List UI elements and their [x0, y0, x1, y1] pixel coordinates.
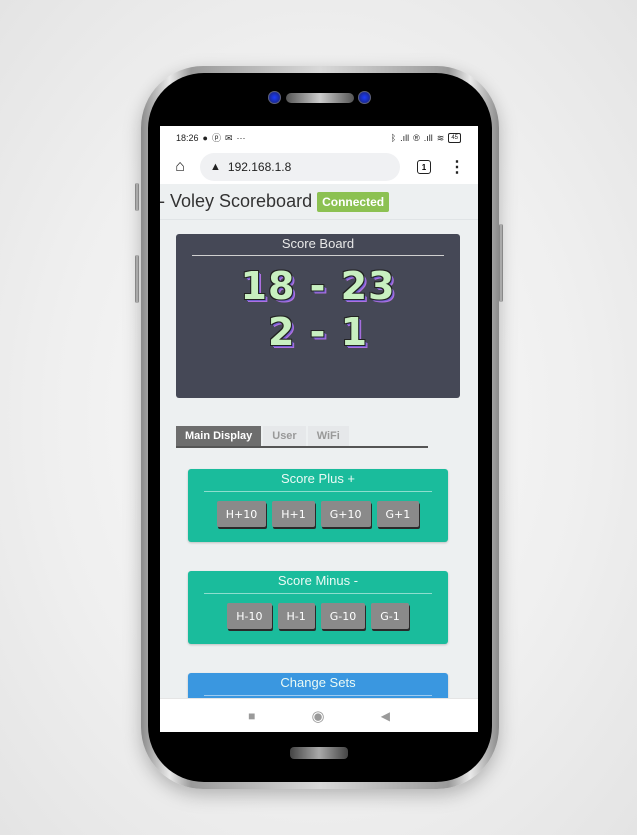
earpiece-speaker — [286, 93, 354, 103]
volume-up-button — [135, 183, 139, 211]
tab-main-display[interactable]: Main Display — [176, 426, 262, 446]
mail-icon: ✉ — [224, 132, 233, 143]
guest-plus-10-button[interactable]: G+10 — [320, 501, 371, 527]
divider — [204, 695, 432, 696]
bluetooth-icon: ᛒ — [390, 132, 397, 143]
score-minus-panel: Score Minus - H-10 H-1 G-10 G-1 — [188, 571, 448, 644]
signal-icon: .ıll — [423, 132, 433, 143]
warning-icon[interactable]: ▲ — [210, 161, 221, 173]
guest-plus-1-button[interactable]: G+1 — [376, 501, 420, 527]
r-icon: ® — [413, 132, 420, 143]
divider — [204, 491, 432, 492]
tab-switcher-button[interactable]: 1 — [417, 160, 431, 174]
guest-minus-10-button[interactable]: G-10 — [320, 603, 366, 629]
panel-title: Score Minus - — [277, 573, 359, 588]
home-plus-1-button[interactable]: H+1 — [272, 501, 315, 527]
more-dots-icon: ··· — [236, 132, 246, 143]
recent-apps-icon[interactable]: ■ — [248, 709, 255, 723]
bottom-speaker — [290, 747, 348, 759]
tab-wifi[interactable]: WiFi — [307, 426, 349, 446]
page-title: - Voley Scoreboard — [160, 191, 313, 211]
scoreboard-panel: Score Board 18 - 23 2 - 1 — [176, 234, 460, 398]
back-icon[interactable]: ◀ — [381, 709, 390, 723]
guest-minus-1-button[interactable]: G-1 — [371, 603, 409, 629]
home-plus-10-button[interactable]: H+10 — [216, 501, 267, 527]
front-camera-icon — [268, 91, 281, 104]
wifi-icon: ≋ — [436, 132, 445, 143]
clock: 18:26 — [176, 133, 199, 143]
connection-status-badge: Connected — [317, 191, 390, 212]
page-header: - Voley Scoreboard Connected — [160, 184, 478, 220]
s-app-icon: ● — [202, 132, 208, 143]
divider — [192, 255, 444, 256]
volume-down-button — [135, 255, 139, 303]
panel-title: Change Sets — [280, 675, 356, 690]
status-bar: 18:26 ● ⓟ ✉ ··· ᛒ .ıll ® .ıll ≋ 45 — [160, 126, 478, 150]
sets-score: 2 - 1 — [267, 310, 369, 354]
home-icon[interactable]: ⌂ — [168, 158, 192, 176]
android-nav-bar: ■ ◉ ◀ — [160, 698, 478, 732]
tab-user[interactable]: User — [263, 426, 306, 446]
browser-menu-icon[interactable]: ⋮ — [449, 157, 465, 177]
divider — [204, 593, 432, 594]
p-app-icon: ⓟ — [211, 132, 221, 143]
home-minus-10-button[interactable]: H-10 — [227, 603, 272, 629]
home-minus-1-button[interactable]: H-1 — [277, 603, 315, 629]
sensor-icon — [358, 91, 371, 104]
phone-screen: 18:26 ● ⓟ ✉ ··· ᛒ .ıll ® .ıll ≋ 45 ⌂ ▲ 1… — [160, 126, 478, 732]
url-text: 192.168.1.8 — [227, 160, 292, 174]
signal-icon: .ıll — [400, 132, 410, 143]
scoreboard-title: Score Board — [281, 236, 355, 251]
panel-title: Score Plus + — [280, 471, 356, 486]
power-button — [499, 224, 503, 302]
score-plus-panel: Score Plus + H+10 H+1 G+10 G+1 — [188, 469, 448, 542]
browser-toolbar: ⌂ ▲ 192.168.1.8 1 ⋮ — [160, 150, 478, 184]
address-bar[interactable]: ▲ 192.168.1.8 — [200, 153, 400, 181]
battery-icon: 45 — [448, 133, 461, 143]
tab-bar: Main Display User WiFi — [176, 426, 428, 448]
home-nav-icon[interactable]: ◉ — [311, 707, 324, 725]
points-score: 18 - 23 — [240, 264, 396, 308]
